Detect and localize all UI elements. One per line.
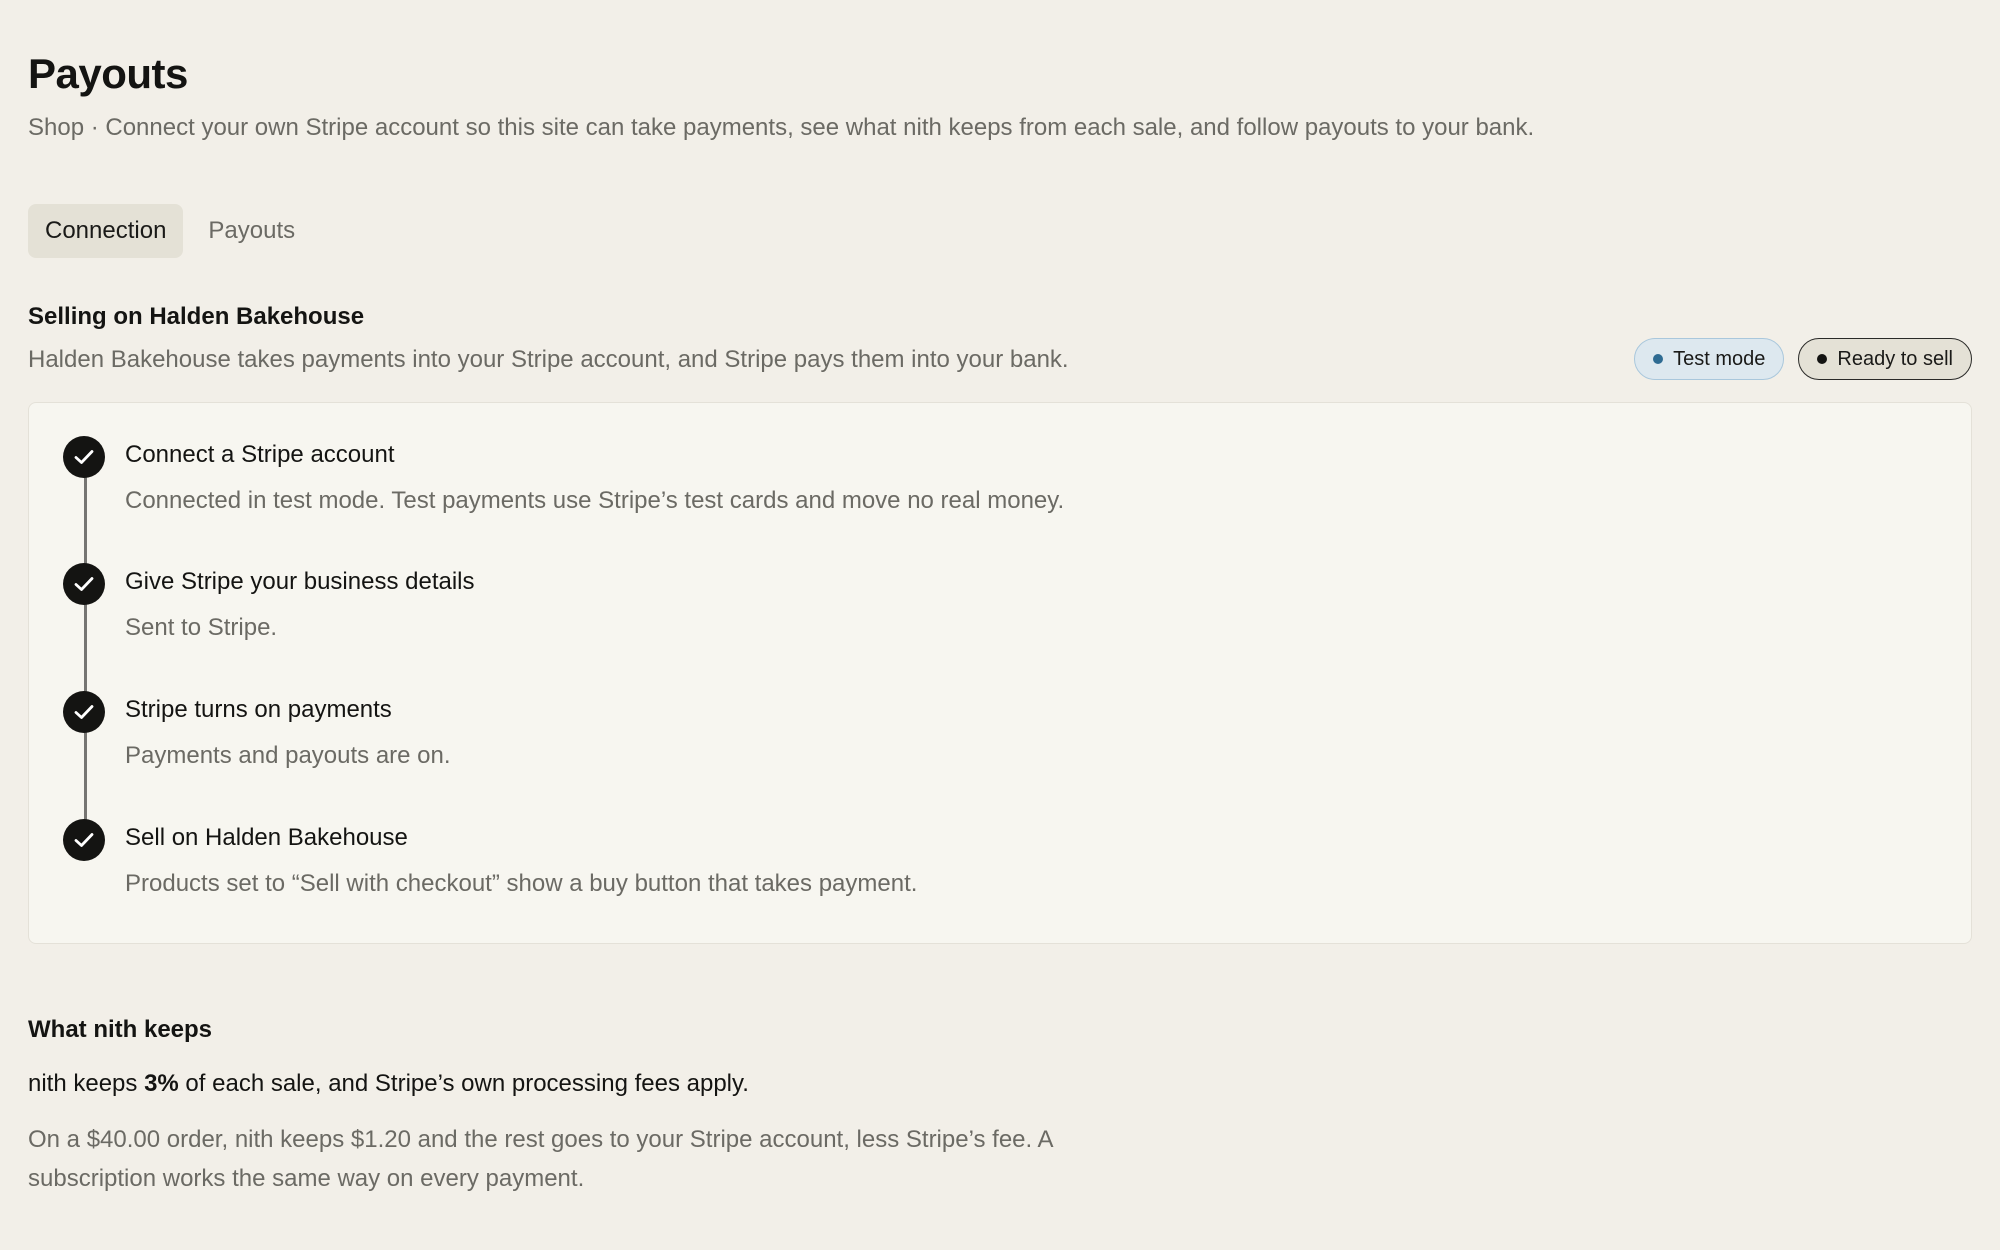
check-icon: [63, 436, 105, 478]
test-mode-badge: Test mode: [1634, 338, 1785, 380]
selling-section-description: Halden Bakehouse takes payments into you…: [28, 346, 1069, 373]
fee-summary: nith keeps 3% of each sale, and Stripe’s…: [28, 1070, 749, 1098]
setup-steps-card: Connect a Stripe account Connected in te…: [28, 402, 1972, 944]
fee-example: On a $40.00 order, nith keeps $1.20 and …: [28, 1126, 1053, 1192]
check-icon: [63, 691, 105, 733]
check-icon: [63, 819, 105, 861]
step-title: Sell on Halden Bakehouse: [125, 824, 408, 851]
step-title: Stripe turns on payments: [125, 696, 392, 723]
keeps-section-title: What nith keeps: [28, 1016, 213, 1043]
step-title: Give Stripe your business details: [125, 568, 475, 595]
tab-bar: Connection Payouts: [28, 204, 312, 258]
step-description: Payments and payouts are on.: [125, 742, 451, 769]
selling-section-title: Selling on Halden Bakehouse: [28, 303, 365, 330]
tab-connection[interactable]: Connection: [28, 204, 184, 258]
tab-payouts[interactable]: Payouts: [191, 204, 312, 258]
page-title: Payouts: [28, 50, 188, 97]
steps-progress-rail: [84, 459, 87, 843]
ready-to-sell-label: Ready to sell: [1837, 347, 1953, 370]
status-dot-icon: [1653, 354, 1664, 364]
fee-percent: 3%: [144, 1070, 179, 1097]
status-dot-icon: [1817, 354, 1828, 364]
step-description: Products set to “Sell with checkout” sho…: [125, 870, 918, 897]
page-subtitle: Shop · Connect your own Stripe account s…: [28, 114, 1535, 141]
fee-suffix: of each sale, and Stripe’s own processin…: [178, 1070, 749, 1097]
check-icon: [63, 563, 105, 605]
step-description: Sent to Stripe.: [125, 614, 278, 641]
ready-to-sell-badge: Ready to sell: [1798, 338, 1972, 380]
fee-prefix: nith keeps: [28, 1070, 145, 1097]
step-description: Connected in test mode. Test payments us…: [125, 487, 1065, 514]
status-badges: Test mode Ready to sell: [1634, 338, 1972, 380]
step-title: Connect a Stripe account: [125, 441, 395, 468]
test-mode-label: Test mode: [1673, 347, 1766, 370]
